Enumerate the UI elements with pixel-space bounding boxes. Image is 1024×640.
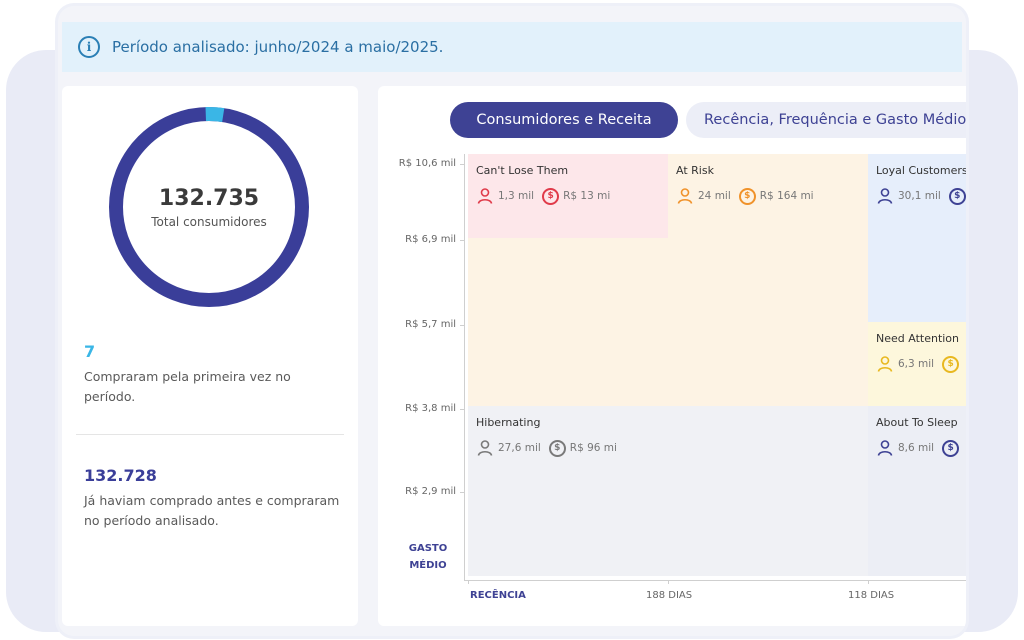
x-axis: [464, 580, 966, 581]
person-icon: [477, 440, 493, 456]
summary-card: 132.735 Total consumidores 7 Compraram p…: [62, 86, 358, 626]
tab-recency-frequency[interactable]: Recência, Frequência e Gasto Médio: [686, 102, 966, 138]
total-consumers-label: Total consumidores: [151, 214, 267, 229]
period-banner: i Período analisado: junho/2024 a maio/2…: [62, 22, 962, 72]
person-icon: [877, 188, 893, 204]
y-axis-title-line: MÉDIO: [409, 560, 447, 571]
segment-customers: 24 mil: [698, 190, 731, 202]
dashboard-window: i Período analisado: junho/2024 a maio/2…: [58, 6, 966, 636]
segment-revenue: R$ 96 mi: [569, 442, 617, 454]
segment-about-to-sleep[interactable]: About To Sleep 8,6 mil $: [868, 406, 966, 576]
y-tick-label: R$ 10,6 mil: [398, 158, 456, 169]
segment-cant-lose-them[interactable]: Can't Lose Them 1,3 mil $ R$ 13 mi: [468, 154, 668, 238]
x-axis-title: RECÊNCIA: [470, 590, 526, 601]
total-consumers-value: 132.735: [158, 185, 260, 211]
customers-donut: 132.735 Total consumidores: [106, 104, 312, 310]
person-icon: [877, 356, 893, 372]
y-tick-label: R$ 6,9 mil: [405, 234, 456, 245]
segment-name: Hibernating: [476, 416, 541, 429]
segment-at-risk[interactable]: At Risk 24 mil $ R$ 164 mi: [668, 154, 868, 406]
x-tick: [668, 580, 669, 584]
first-time-desc: Compraram pela primeira vez no período.: [84, 369, 291, 404]
money-icon: $: [942, 439, 960, 457]
first-time-value: 7: [84, 342, 96, 361]
segment-loyal-customers[interactable]: Loyal Customers 30,1 mil $: [868, 154, 966, 322]
money-icon: $: [548, 439, 566, 457]
money-icon: $: [542, 187, 560, 205]
first-time-stat: 7 Compraram pela primeira vez no período…: [84, 342, 344, 407]
y-tick-label: R$ 2,9 mil: [405, 486, 456, 497]
money-icon: $: [948, 187, 966, 205]
y-axis: [464, 154, 465, 580]
money-icon: $: [942, 355, 960, 373]
y-tick-label: R$ 5,7 mil: [405, 319, 456, 330]
x-tick: [868, 580, 869, 584]
y-axis-title-line: GASTO: [408, 543, 448, 554]
y-tick-label: R$ 3,8 mil: [405, 403, 456, 414]
segment-customers: 1,3 mil: [498, 190, 535, 202]
period-text: Período analisado: junho/2024 a maio/202…: [112, 38, 444, 56]
person-icon: [877, 440, 893, 456]
segment-customers: 27,6 mil: [498, 442, 541, 454]
segment-name: At Risk: [676, 164, 714, 177]
segment-need-attention[interactable]: Need Attention 6,3 mil $: [868, 322, 966, 406]
segment-hibernating[interactable]: Hibernating 27,6 mil $ R$ 96 mi: [468, 406, 868, 576]
segment-name: Can't Lose Them: [476, 164, 569, 177]
person-icon: [677, 188, 693, 204]
person-icon: [477, 188, 493, 204]
returning-value: 132.728: [84, 466, 157, 485]
returning-stat: 132.728 Já haviam comprado antes e compr…: [84, 466, 344, 531]
money-icon: $: [738, 187, 756, 205]
returning-desc: Já haviam comprado antes e compraram no …: [84, 493, 340, 528]
tab-consumers-revenue[interactable]: Consumidores e Receita: [450, 102, 678, 138]
segment-revenue: R$ 13 mi: [563, 190, 611, 202]
segment-revenue: R$ 164 mi: [759, 190, 814, 202]
segment-name: Need Attention: [876, 332, 960, 345]
segment-customers: 8,6 mil: [898, 442, 935, 454]
x-tick-label: 118 DIAS: [848, 590, 895, 601]
segment-customers: 30,1 mil: [898, 190, 941, 202]
info-icon: i: [78, 36, 100, 58]
y-axis-title: GASTO MÉDIO: [400, 540, 456, 574]
segments-plot: Can't Lose Them 1,3 mil $ R$ 13 mi At Ri…: [468, 154, 966, 576]
segment-name: Loyal Customers: [876, 164, 966, 177]
x-tick: [468, 580, 469, 584]
segments-card: Consumidores e Receita Recência, Frequên…: [378, 86, 966, 626]
segment-name: About To Sleep: [876, 416, 958, 429]
segment-customers: 6,3 mil: [898, 358, 935, 370]
divider: [76, 434, 344, 435]
x-tick-label: 188 DIAS: [646, 590, 693, 601]
